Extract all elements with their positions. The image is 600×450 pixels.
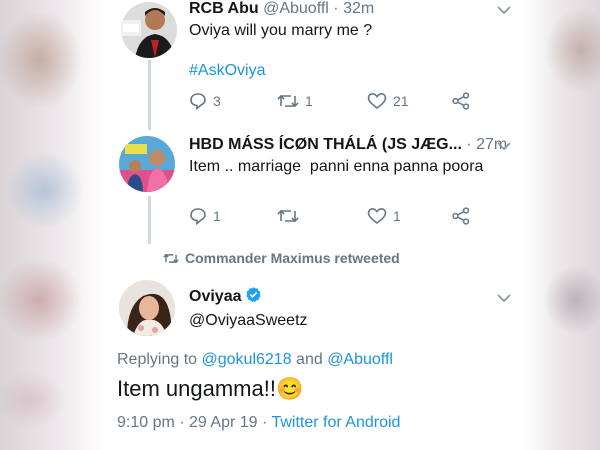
share-button[interactable] bbox=[451, 92, 471, 110]
thread-line bbox=[148, 196, 151, 244]
replying-to-line: Replying to @gokul6218 and @Abuoffl bbox=[117, 351, 393, 369]
share-icon bbox=[452, 92, 470, 110]
tweet-meta: 9:10 pm · 29 Apr 19 · Twitter for Androi… bbox=[117, 414, 400, 432]
mention-link[interactable]: @gokul6218 bbox=[202, 351, 292, 368]
author-name[interactable]: RCB Abu @Abuoffl · 32m bbox=[189, 0, 374, 18]
tweet-thread-panel: RCB Abu @Abuoffl · 32m Oviya will you ma… bbox=[105, 0, 522, 450]
retweet-count: 1 bbox=[305, 93, 313, 109]
like-button[interactable]: 21 bbox=[367, 92, 409, 110]
author-handle: @Abuoffl bbox=[263, 0, 329, 17]
display-name: RCB Abu bbox=[189, 0, 259, 17]
reply-button[interactable]: 1 bbox=[189, 207, 221, 225]
retweet-icon bbox=[277, 209, 299, 223]
reply-count: 1 bbox=[213, 208, 221, 224]
like-icon bbox=[367, 92, 387, 110]
like-count: 1 bbox=[393, 208, 401, 224]
main-tweet-text: Item ungamma!!😊 bbox=[117, 376, 303, 402]
meta-separator: · bbox=[174, 414, 190, 431]
share-icon bbox=[452, 207, 470, 225]
author-name[interactable]: HBD MÁSS ÍCØN THÁLÁ (JS JÆG... · 27m bbox=[189, 136, 507, 154]
tweet-text: Item .. marriage panni enna panna poora bbox=[189, 158, 484, 175]
replying-prefix: Replying to bbox=[117, 351, 202, 368]
tweet-time: · 32m bbox=[333, 0, 375, 17]
background-blur-right bbox=[520, 0, 600, 450]
meta-separator: · bbox=[257, 414, 272, 431]
author-handle[interactable]: @OviyaaSweetz bbox=[189, 312, 308, 330]
chevron-down-icon[interactable] bbox=[497, 138, 511, 154]
reply-count: 3 bbox=[213, 93, 221, 109]
reply-icon bbox=[190, 93, 206, 110]
mention-link[interactable]: @Abuoffl bbox=[327, 351, 393, 368]
like-button[interactable]: 1 bbox=[367, 207, 401, 225]
avatar[interactable] bbox=[121, 2, 177, 58]
tweet-time: 9:10 pm bbox=[117, 414, 175, 431]
chevron-down-icon[interactable] bbox=[497, 290, 511, 306]
retweet-button[interactable] bbox=[277, 207, 305, 225]
display-name: HBD MÁSS ÍCØN THÁLÁ (JS JÆG... bbox=[189, 136, 462, 153]
verified-icon bbox=[246, 287, 262, 303]
retweet-button[interactable]: 1 bbox=[277, 92, 313, 110]
hashtag-link[interactable]: #AskOviya bbox=[189, 62, 265, 80]
smile-emoji: 😊 bbox=[275, 376, 304, 401]
avatar[interactable] bbox=[119, 136, 175, 192]
tweet-actions: 1 1 bbox=[189, 207, 489, 227]
chevron-down-icon[interactable] bbox=[497, 2, 511, 18]
tweet-text: Oviya will you marry me ? bbox=[189, 22, 373, 39]
retweet-icon bbox=[163, 253, 179, 264]
display-name: Oviyaa bbox=[189, 288, 242, 305]
tweet-text: Item ungamma!! bbox=[117, 376, 276, 401]
tweet-actions: 3 1 21 bbox=[189, 92, 489, 112]
share-button[interactable] bbox=[451, 207, 471, 225]
like-count: 21 bbox=[393, 93, 409, 109]
author-name[interactable]: Oviyaa bbox=[189, 286, 262, 306]
reply-button[interactable]: 3 bbox=[189, 92, 221, 110]
thread-line bbox=[148, 60, 151, 130]
reply-icon bbox=[190, 208, 206, 225]
avatar[interactable] bbox=[119, 280, 175, 336]
retweet-icon bbox=[277, 94, 299, 108]
tweet-date: 29 Apr 19 bbox=[189, 414, 258, 431]
tweet-source-link[interactable]: Twitter for Android bbox=[271, 414, 400, 431]
retweeted-by-label[interactable]: Commander Maximus retweeted bbox=[185, 250, 400, 266]
like-icon bbox=[367, 207, 387, 225]
background-blur-left bbox=[0, 0, 105, 450]
replying-and: and bbox=[291, 351, 328, 368]
